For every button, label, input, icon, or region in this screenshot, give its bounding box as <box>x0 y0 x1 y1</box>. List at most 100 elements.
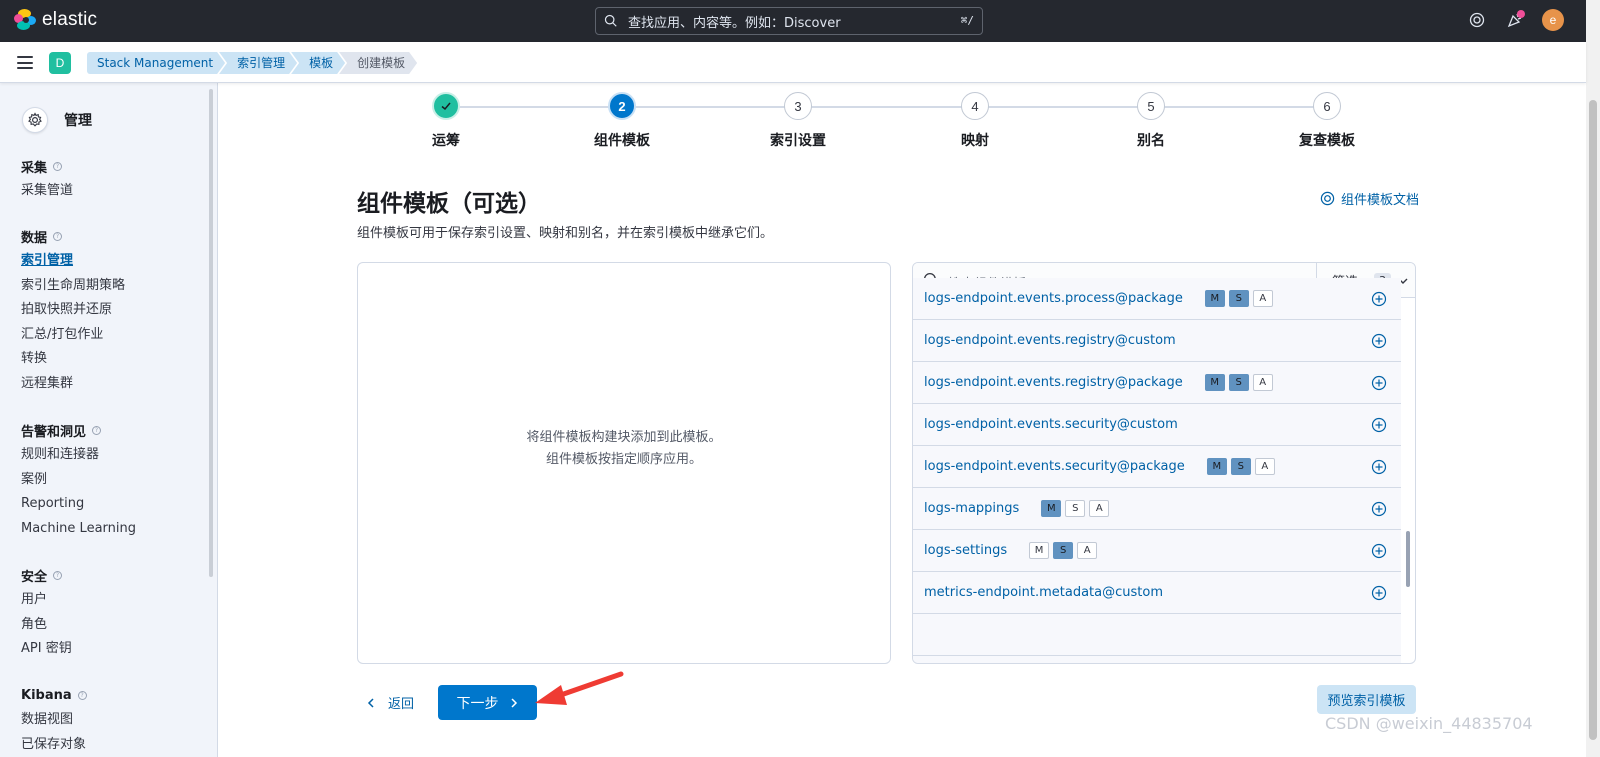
breadcrumb-stack-management[interactable]: Stack Management <box>87 52 225 74</box>
plus-circle-icon[interactable] <box>1371 459 1387 475</box>
info-icon[interactable]: ? <box>77 690 87 700</box>
info-icon[interactable]: ? <box>92 425 102 435</box>
step-number: 5 <box>1137 92 1165 120</box>
breadcrumb: Stack Management 索引管理 模板 创建模板 <box>87 52 411 74</box>
sidebar-item-api-keys[interactable]: API 密钥 <box>21 637 72 662</box>
step-label: 别名 <box>1137 133 1165 149</box>
page-title: 组件模板（可选） <box>357 191 541 217</box>
selected-components-panel: 将组件模板构建块添加到此模板。 组件模板按指定顺序应用。 <box>357 262 891 664</box>
plus-circle-icon[interactable] <box>1371 291 1387 307</box>
sidebar-scrollbar[interactable] <box>209 89 213 577</box>
preview-index-template-button[interactable]: 预览索引模板 <box>1317 685 1416 714</box>
step-review[interactable]: 6 复查模板 <box>1247 92 1407 150</box>
content-badge: M <box>1204 290 1225 307</box>
news-feed-button[interactable] <box>1504 9 1526 31</box>
sidebar-item-reporting[interactable]: Reporting <box>21 492 136 517</box>
menu-toggle-icon[interactable] <box>17 56 33 69</box>
plus-circle-icon[interactable] <box>1371 375 1387 391</box>
sidebar-group-security: 安全? 用户 角色 API 密钥 <box>21 566 72 662</box>
component-list: logs-endpoint.events.process@package M S Al… <box>913 278 1401 663</box>
step-label: 运筹 <box>432 133 460 149</box>
content-badge: M <box>1204 374 1225 391</box>
user-avatar[interactable]: e <box>1542 9 1564 31</box>
sidebar-group-title: Kibana <box>21 687 72 703</box>
component-template-name[interactable]: logs-settings <box>924 543 1007 558</box>
component-templates-list-panel: 搜索组件模板 筛选 3 logs-endpoint.events.process… <box>912 262 1416 664</box>
info-icon[interactable]: ? <box>53 570 63 580</box>
component-template-row[interactable]: logs-endpoint.events.registry@package M S A <box>913 362 1401 404</box>
breadcrumb-bar: D Stack Management 索引管理 模板 创建模板 <box>0 42 1586 83</box>
step-mappings[interactable]: 4 映射 <box>895 92 1055 150</box>
sidebar-item-data-views[interactable]: 数据视图 <box>21 708 87 733</box>
sidebar-item-index-management[interactable]: 索引管理 <box>21 249 125 274</box>
component-template-row[interactable]: logs-endpoint.events.process@package M S A <box>913 278 1401 320</box>
breadcrumb-templates[interactable]: 模板 <box>291 52 345 74</box>
component-template-row[interactable]: logs-endpoint.events.registry@custom <box>913 320 1401 362</box>
step-index-settings[interactable]: 3 索引设置 <box>718 92 878 150</box>
component-template-row[interactable]: logs-mappings M S A <box>913 488 1401 530</box>
content-badge: M <box>1206 458 1227 475</box>
plus-circle-icon[interactable] <box>1371 501 1387 517</box>
component-templates-doc-link[interactable]: 组件模板文档 <box>1320 189 1419 208</box>
component-template-name[interactable]: logs-endpoint.events.security@custom <box>924 417 1178 432</box>
info-icon[interactable]: ? <box>53 161 63 171</box>
component-template-name[interactable]: logs-endpoint.events.security@package <box>924 459 1185 474</box>
page-scrollbar[interactable] <box>1586 0 1600 757</box>
template-content-badges: MSA <box>1204 290 1273 307</box>
step-number: 2 <box>608 92 636 120</box>
sidebar-item-users[interactable]: 用户 <box>21 588 72 613</box>
back-button[interactable]: 返回 <box>366 693 414 712</box>
sidebar-item-ingest-pipelines[interactable]: 采集管道 <box>21 179 73 204</box>
component-template-row[interactable]: logs-endpoint.events.security@custom <box>913 404 1401 446</box>
sidebar-group-kibana: Kibana? 数据视图 已保存对象 <box>21 686 87 757</box>
content-badge: S <box>1228 374 1249 391</box>
sidebar-item-roles[interactable]: 角色 <box>21 613 72 638</box>
component-template-name[interactable]: metrics-endpoint.metadata@custom <box>924 585 1163 600</box>
sidebar-item-machine-learning[interactable]: Machine Learning <box>21 517 136 542</box>
component-list-scrollbar[interactable] <box>1406 531 1410 587</box>
component-template-row[interactable]: logs-endpoint.events.security@package M S A <box>913 446 1401 488</box>
component-template-row[interactable]: metrics-endpoint.metadata@custom <box>913 572 1401 614</box>
global-search-input[interactable]: 查找应用、内容等。例如：Discover ⌘/ <box>595 7 983 35</box>
help-icon <box>1469 12 1485 28</box>
sidebar-item-rollup-jobs[interactable]: 汇总/打包作业 <box>21 323 125 348</box>
elastic-logo-icon <box>14 9 36 31</box>
keyboard-shortcut-hint: ⌘/ <box>960 14 974 27</box>
plus-circle-icon[interactable] <box>1371 417 1387 433</box>
component-template-name[interactable]: logs-endpoint.events.registry@package <box>924 375 1183 390</box>
info-icon[interactable]: ? <box>53 231 63 241</box>
elastic-logo[interactable]: elastic <box>14 9 97 31</box>
step-aliases[interactable]: 5 别名 <box>1071 92 1231 150</box>
component-template-name[interactable]: logs-mappings <box>924 501 1019 516</box>
component-template-row[interactable]: logs-settings M S A <box>913 530 1401 572</box>
content-badge: S <box>1065 500 1086 517</box>
page-scrollbar-thumb[interactable] <box>1589 100 1597 740</box>
component-template-row[interactable] <box>913 614 1401 656</box>
sidebar-item-ilm-policies[interactable]: 索引生命周期策略 <box>21 274 125 299</box>
component-template-name[interactable]: logs-endpoint.events.registry@custom <box>924 333 1176 348</box>
sidebar-item-saved-objects[interactable]: 已保存对象 <box>21 733 87 757</box>
plus-circle-icon[interactable] <box>1371 585 1387 601</box>
page-description: 组件模板可用于保存索引设置、映射和别名，并在索引模板中继承它们。 <box>357 226 774 241</box>
step-component-templates[interactable]: 2 组件模板 <box>542 92 702 150</box>
next-label: 下一步 <box>456 695 499 712</box>
sidebar-item-remote-clusters[interactable]: 远程集群 <box>21 372 125 397</box>
plus-circle-icon[interactable] <box>1371 333 1387 349</box>
breadcrumb-index-management[interactable]: 索引管理 <box>219 52 297 74</box>
sidebar-item-snapshot-restore[interactable]: 拍取快照并还原 <box>21 298 125 323</box>
content-badge: M <box>1029 542 1050 559</box>
component-template-name[interactable]: logs-endpoint.events.process@package <box>924 291 1183 306</box>
sidebar-group-data: 数据? 索引管理 索引生命周期策略 拍取快照并还原 汇总/打包作业 转换 远程集… <box>21 227 125 397</box>
check-icon <box>432 92 460 120</box>
sidebar-item-cases[interactable]: 案例 <box>21 468 136 493</box>
help-menu-button[interactable] <box>1466 9 1488 31</box>
space-avatar[interactable]: D <box>49 52 71 74</box>
plus-circle-icon[interactable] <box>1371 543 1387 559</box>
notification-dot <box>1517 10 1525 18</box>
sidebar-title: 管理 <box>64 113 92 129</box>
sidebar-item-transforms[interactable]: 转换 <box>21 347 125 372</box>
step-logistics[interactable]: 运筹 <box>366 92 526 150</box>
step-number: 6 <box>1313 92 1341 120</box>
sidebar-item-rules-connectors[interactable]: 规则和连接器 <box>21 443 136 468</box>
search-placeholder: 查找应用、内容等。例如：Discover <box>628 15 841 31</box>
